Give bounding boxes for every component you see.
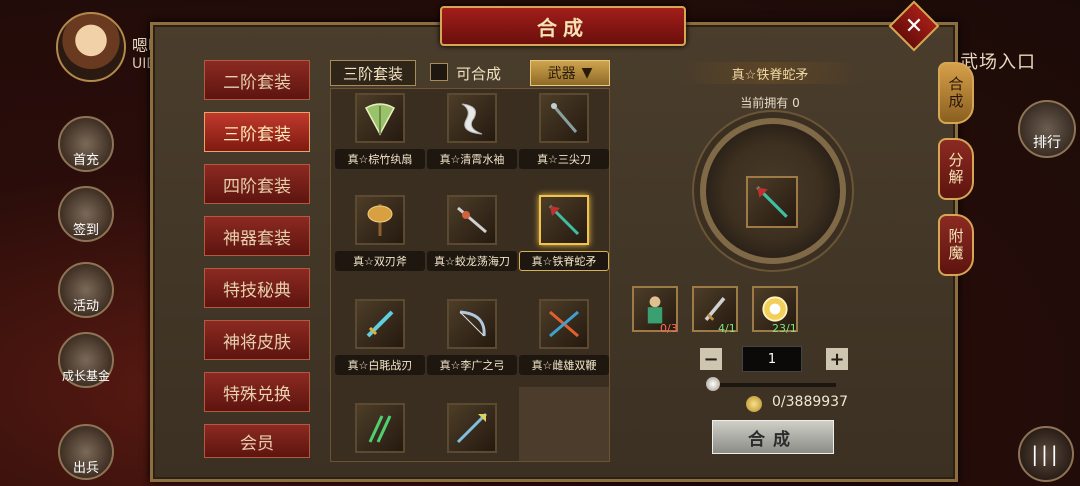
item-name: 真☆三尖刀: [519, 149, 609, 169]
spear-icon: [539, 195, 589, 245]
weapon-type-dropdown[interactable]: 武器 ▼: [530, 60, 610, 86]
quantity-input[interactable]: 1: [742, 346, 802, 372]
category-artifact[interactable]: 神器套装: [204, 216, 310, 256]
tab-enchant[interactable]: 附魔: [938, 214, 974, 276]
item-name: 真☆铁脊蛇矛: [519, 251, 609, 271]
spear-icon: [756, 186, 788, 218]
rank-label: 排行: [1033, 135, 1061, 151]
material-count: 4/1: [718, 322, 736, 335]
sign-in-button[interactable]: 签到: [58, 186, 114, 242]
weapon-type-label: 武器: [547, 66, 576, 82]
category-special-exchange[interactable]: 特殊兑换: [204, 372, 310, 412]
trident-icon: [539, 93, 589, 143]
category-tier2[interactable]: 二阶套装: [204, 60, 310, 100]
category-skill-book[interactable]: 特技秘典: [204, 268, 310, 308]
item-cell[interactable]: 真☆白毦战刃: [335, 297, 425, 397]
item-cell-selected[interactable]: 真☆铁脊蛇矛: [519, 193, 609, 293]
filter-bar: 三阶套装 可合成 武器 ▼: [330, 60, 610, 86]
sign-in-label: 签到: [72, 223, 99, 238]
slider-handle[interactable]: [706, 377, 720, 391]
item-name: 真☆白毦战刃: [335, 355, 425, 375]
selected-item-title: 真☆铁脊蛇矛: [680, 62, 860, 84]
activity-button[interactable]: 活动: [58, 262, 114, 318]
quantity-slider[interactable]: [712, 383, 836, 387]
player-avatar[interactable]: [56, 12, 126, 82]
owned-count: 当前拥有 0: [740, 96, 800, 110]
category-vip[interactable]: 会员: [204, 424, 310, 458]
item-cell[interactable]: 真☆双刃斧: [335, 193, 425, 293]
sleeve-icon: [447, 93, 497, 143]
growth-fund-button[interactable]: 成长基金: [58, 332, 114, 388]
item-name: 真☆棕竹纨扇: [335, 149, 425, 169]
bow-icon: [447, 299, 497, 349]
item-cell[interactable]: 真☆李广之弓: [427, 297, 517, 397]
panel-title: 合成: [440, 6, 686, 46]
first-recharge-label: 首充: [72, 153, 99, 168]
tab-decompose[interactable]: 分解: [938, 138, 974, 200]
first-recharge-button[interactable]: 首充: [58, 116, 114, 172]
quantity-plus-button[interactable]: +: [826, 348, 848, 370]
item-name: 真☆蛟龙荡海刀: [427, 251, 517, 271]
craftable-checkbox[interactable]: [430, 63, 448, 81]
whips-icon: [539, 299, 589, 349]
coin-icon: [746, 396, 762, 412]
empty-grid-cell: [519, 387, 609, 461]
item-grid[interactable]: 真☆棕竹纨扇 真☆清霄水袖 真☆三尖刀 真☆双刃斧 真☆蛟龙荡海刀 真☆铁脊蛇矛: [330, 88, 610, 462]
quantity-minus-button[interactable]: −: [700, 348, 722, 370]
item-cell[interactable]: 真☆棕竹纨扇: [335, 91, 425, 191]
category-tier4[interactable]: 四阶套装: [204, 164, 310, 204]
craft-target-slot[interactable]: [746, 176, 798, 228]
item-name: 真☆雌雄双鞭: [519, 355, 609, 375]
tab-craft[interactable]: 合成: [938, 62, 974, 124]
deploy-button[interactable]: 出兵: [58, 424, 114, 480]
item-name: 真☆双刃斧: [335, 251, 425, 271]
deploy-label: 出兵: [72, 461, 99, 476]
close-icon: ✕: [904, 13, 924, 39]
item-cell[interactable]: [335, 401, 425, 461]
item-cell[interactable]: 真☆蛟龙荡海刀: [427, 193, 517, 293]
activity-label: 活动: [72, 299, 99, 314]
tier-filter-tab[interactable]: 三阶套装: [330, 60, 416, 86]
craft-button[interactable]: 合成: [712, 420, 834, 454]
craft-cost: 0/3889937: [772, 394, 848, 410]
halberd-icon: [447, 403, 497, 453]
craftable-label: 可合成: [456, 65, 502, 83]
item-name: 真☆李广之弓: [427, 355, 517, 375]
fan-icon: [355, 93, 405, 143]
material-count: 0/3: [660, 322, 678, 335]
twin-blades-icon: [355, 403, 405, 453]
category-tier3[interactable]: 三阶套装: [204, 112, 310, 152]
sword-icon: [355, 299, 405, 349]
growth-fund-label: 成长基金: [61, 369, 110, 383]
axe-icon: [355, 195, 405, 245]
menu-icon: |||: [1031, 442, 1061, 466]
item-cell[interactable]: 真☆雌雄双鞭: [519, 297, 609, 397]
item-cell[interactable]: 真☆清霄水袖: [427, 91, 517, 191]
material-count: 23/1: [772, 322, 797, 335]
item-name: 真☆清霄水袖: [427, 149, 517, 169]
blade-icon: [447, 195, 497, 245]
item-cell[interactable]: [427, 401, 517, 461]
chevron-down-icon: ▼: [581, 65, 593, 81]
rank-button[interactable]: 排行: [1018, 100, 1076, 158]
menu-button[interactable]: |||: [1018, 426, 1074, 482]
item-cell[interactable]: 真☆三尖刀: [519, 91, 609, 191]
category-general-skin[interactable]: 神将皮肤: [204, 320, 310, 360]
